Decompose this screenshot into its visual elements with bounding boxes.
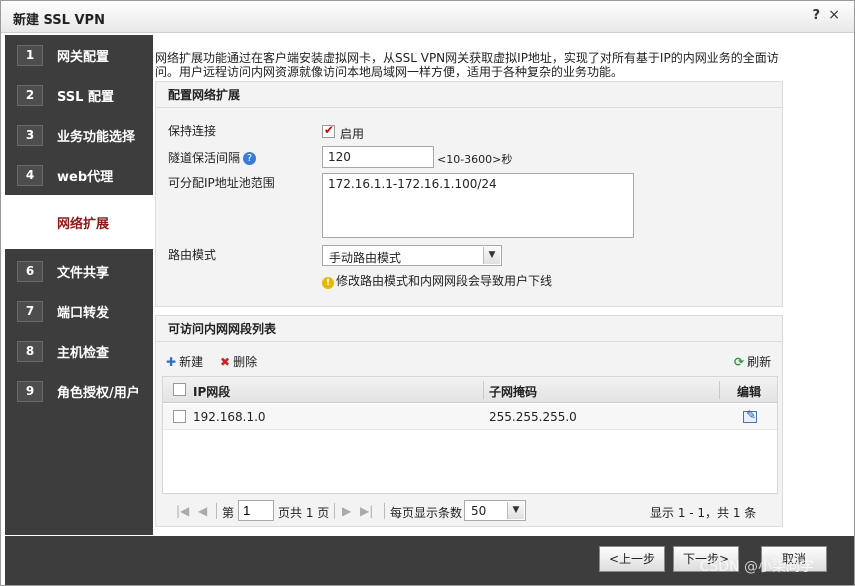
step-label: 业务功能选择 [57, 130, 136, 145]
dialog-title: 新建 SSL VPN [13, 13, 105, 28]
step-label: 端口转发 [57, 306, 110, 321]
last-page-icon[interactable]: ▶| [360, 504, 373, 518]
step-ssl-config[interactable]: 2 SSL 配置 [5, 75, 153, 115]
delete-x-icon: ✖ [220, 355, 231, 369]
interval-label: 隧道保活间隔 [168, 151, 241, 165]
accessible-segments-panel: 可访问内网网段列表 ✚ 新建 ✖ 删除 ⟳ 刷新 IP网段 子网掩码 编辑 192.1… [155, 315, 783, 527]
new-label: 新建 [179, 355, 204, 369]
wizard-steps: 1 网关配置 2 SSL 配置 3 业务功能选择 4 web代理 5 网络扩展 … [5, 35, 153, 535]
per-page-value: 50 [471, 504, 487, 518]
column-mask[interactable]: 子网掩码 [489, 383, 537, 400]
watermark-text: CSDN @小柒同学 [699, 559, 814, 575]
pager-divider [384, 503, 385, 519]
step-number: 3 [17, 125, 43, 146]
chevron-down-icon: ▼ [483, 247, 500, 264]
close-icon[interactable]: × [828, 7, 840, 23]
edit-icon[interactable] [743, 408, 757, 423]
step-label: 角色授权/用户 [57, 386, 140, 401]
step-file-share[interactable]: 6 文件共享 [5, 251, 153, 291]
ip-pool-label: 可分配IP地址池范围 [168, 176, 275, 190]
row-mask: 255.255.255.0 [489, 410, 577, 424]
step-gateway-config[interactable]: 1 网关配置 [5, 35, 153, 75]
pagination-bar: |◀ ◀ 第 页共 1 页 ▶ ▶| 每页显示条数 50 ▼ 显示 1 - 1，… [162, 500, 778, 524]
keepalive-enable-label: 启用 [340, 127, 365, 141]
step-label: web代理 [57, 170, 114, 185]
pager-divider [334, 503, 335, 519]
step-number: 7 [17, 301, 43, 322]
interval-range-hint: <10-3600>秒 [437, 153, 513, 166]
step-number: 4 [17, 165, 43, 186]
title-bar: 新建 SSL VPN ? × [1, 1, 854, 33]
column-divider [483, 381, 484, 399]
per-page-label: 每页显示条数 [390, 506, 463, 520]
keepalive-label: 保持连接 [168, 124, 217, 138]
table-header: IP网段 子网掩码 编辑 [163, 377, 777, 403]
panel-title: 可访问内网网段列表 [156, 316, 782, 342]
step-port-forward[interactable]: 7 端口转发 [5, 291, 153, 331]
new-ssl-vpn-dialog: 新建 SSL VPN ? × 1 网关配置 2 SSL 配置 3 业务功能选择 … [0, 0, 855, 586]
page-number-input[interactable] [238, 500, 274, 521]
column-ip[interactable]: IP网段 [193, 383, 230, 400]
refresh-label: 刷新 [747, 355, 772, 369]
step-label: 网关配置 [57, 50, 110, 65]
chevron-down-icon: ▼ [507, 502, 524, 519]
plus-icon: ✚ [166, 355, 177, 369]
ip-pool-textarea[interactable]: 172.16.1.1-172.16.1.100/24 [322, 173, 634, 238]
network-extension-config-panel: 配置网络扩展 保持连接 启用 隧道保活间隔? <10-3600>秒 可分配IP地… [155, 81, 783, 307]
route-mode-select[interactable]: 手动路由模式 ▼ [322, 245, 502, 266]
step-number: 5 [25, 214, 35, 228]
page-suffix: 页共 1 页 [278, 506, 330, 520]
help-icon[interactable]: ? [812, 8, 820, 23]
help-circle-icon[interactable]: ? [243, 152, 257, 165]
step-number: 1 [17, 45, 43, 66]
step-label: 文件共享 [57, 266, 110, 281]
segments-table: IP网段 子网掩码 编辑 192.168.1.0 255.255.255.0 [162, 376, 778, 494]
refresh-button[interactable]: ⟳ 刷新 [734, 353, 771, 370]
step-network-extension[interactable]: 5 网络扩展 [5, 195, 153, 249]
wizard-footer: <上一步 下一步> 取消 CSDN @小柒同学 [5, 536, 854, 585]
panel-title: 配置网络扩展 [156, 82, 782, 108]
select-all-checkbox[interactable] [173, 383, 186, 396]
table-row[interactable]: 192.168.1.0 255.255.255.0 [163, 404, 777, 430]
delete-label: 删除 [233, 355, 258, 369]
step-number: 8 [17, 341, 43, 362]
route-warning: ! 修改路由模式和内网网段会导致用户下线 [322, 272, 552, 289]
segments-toolbar: ✚ 新建 ✖ 删除 ⟳ 刷新 [162, 350, 778, 372]
prev-page-icon[interactable]: ◀ [198, 504, 207, 518]
step-number: 6 [17, 261, 43, 282]
warning-icon: ! [322, 277, 334, 289]
step-label: SSL 配置 [57, 90, 114, 105]
new-segment-button[interactable]: ✚ 新建 [166, 353, 203, 370]
step-service-select[interactable]: 3 业务功能选择 [5, 115, 153, 155]
tunnel-keepalive-interval-input[interactable] [322, 146, 434, 168]
column-edit: 编辑 [737, 385, 762, 399]
step-web-proxy[interactable]: 4 web代理 [5, 155, 153, 195]
route-mode-label: 路由模式 [168, 248, 217, 262]
step-host-check[interactable]: 8 主机检查 [5, 331, 153, 371]
route-mode-value: 手动路由模式 [329, 251, 402, 265]
keepalive-checkbox[interactable] [322, 123, 335, 138]
next-page-icon[interactable]: ▶ [342, 504, 351, 518]
interval-label-row: 隧道保活间隔? [168, 149, 257, 166]
previous-step-button[interactable]: <上一步 [599, 546, 665, 572]
row-ip: 192.168.1.0 [193, 410, 266, 424]
step-number: 2 [17, 85, 43, 106]
intro-text: 网络扩展功能通过在客户端安装虚拟网卡，从SSL VPN网关获取虚拟IP地址，实现… [155, 51, 779, 79]
column-divider [719, 381, 720, 399]
delete-segment-button[interactable]: ✖ 删除 [220, 353, 257, 370]
step-label: 网络扩展 [57, 217, 110, 232]
content-area: 网络扩展功能通过在客户端安装虚拟网卡，从SSL VPN网关获取虚拟IP地址，实现… [153, 35, 854, 535]
route-warning-text: 修改路由模式和内网网段会导致用户下线 [336, 274, 553, 288]
row-checkbox[interactable] [173, 410, 186, 423]
pager-divider [216, 503, 217, 519]
per-page-select[interactable]: 50 ▼ [464, 500, 526, 521]
first-page-icon[interactable]: |◀ [176, 504, 189, 518]
page-prefix: 第 [222, 506, 235, 520]
step-number: 9 [17, 381, 43, 402]
refresh-icon: ⟳ [734, 355, 745, 369]
step-role-auth[interactable]: 9 角色授权/用户 [5, 371, 153, 411]
step-label: 主机检查 [57, 346, 110, 361]
pager-summary: 显示 1 - 1，共 1 条 [650, 506, 757, 520]
